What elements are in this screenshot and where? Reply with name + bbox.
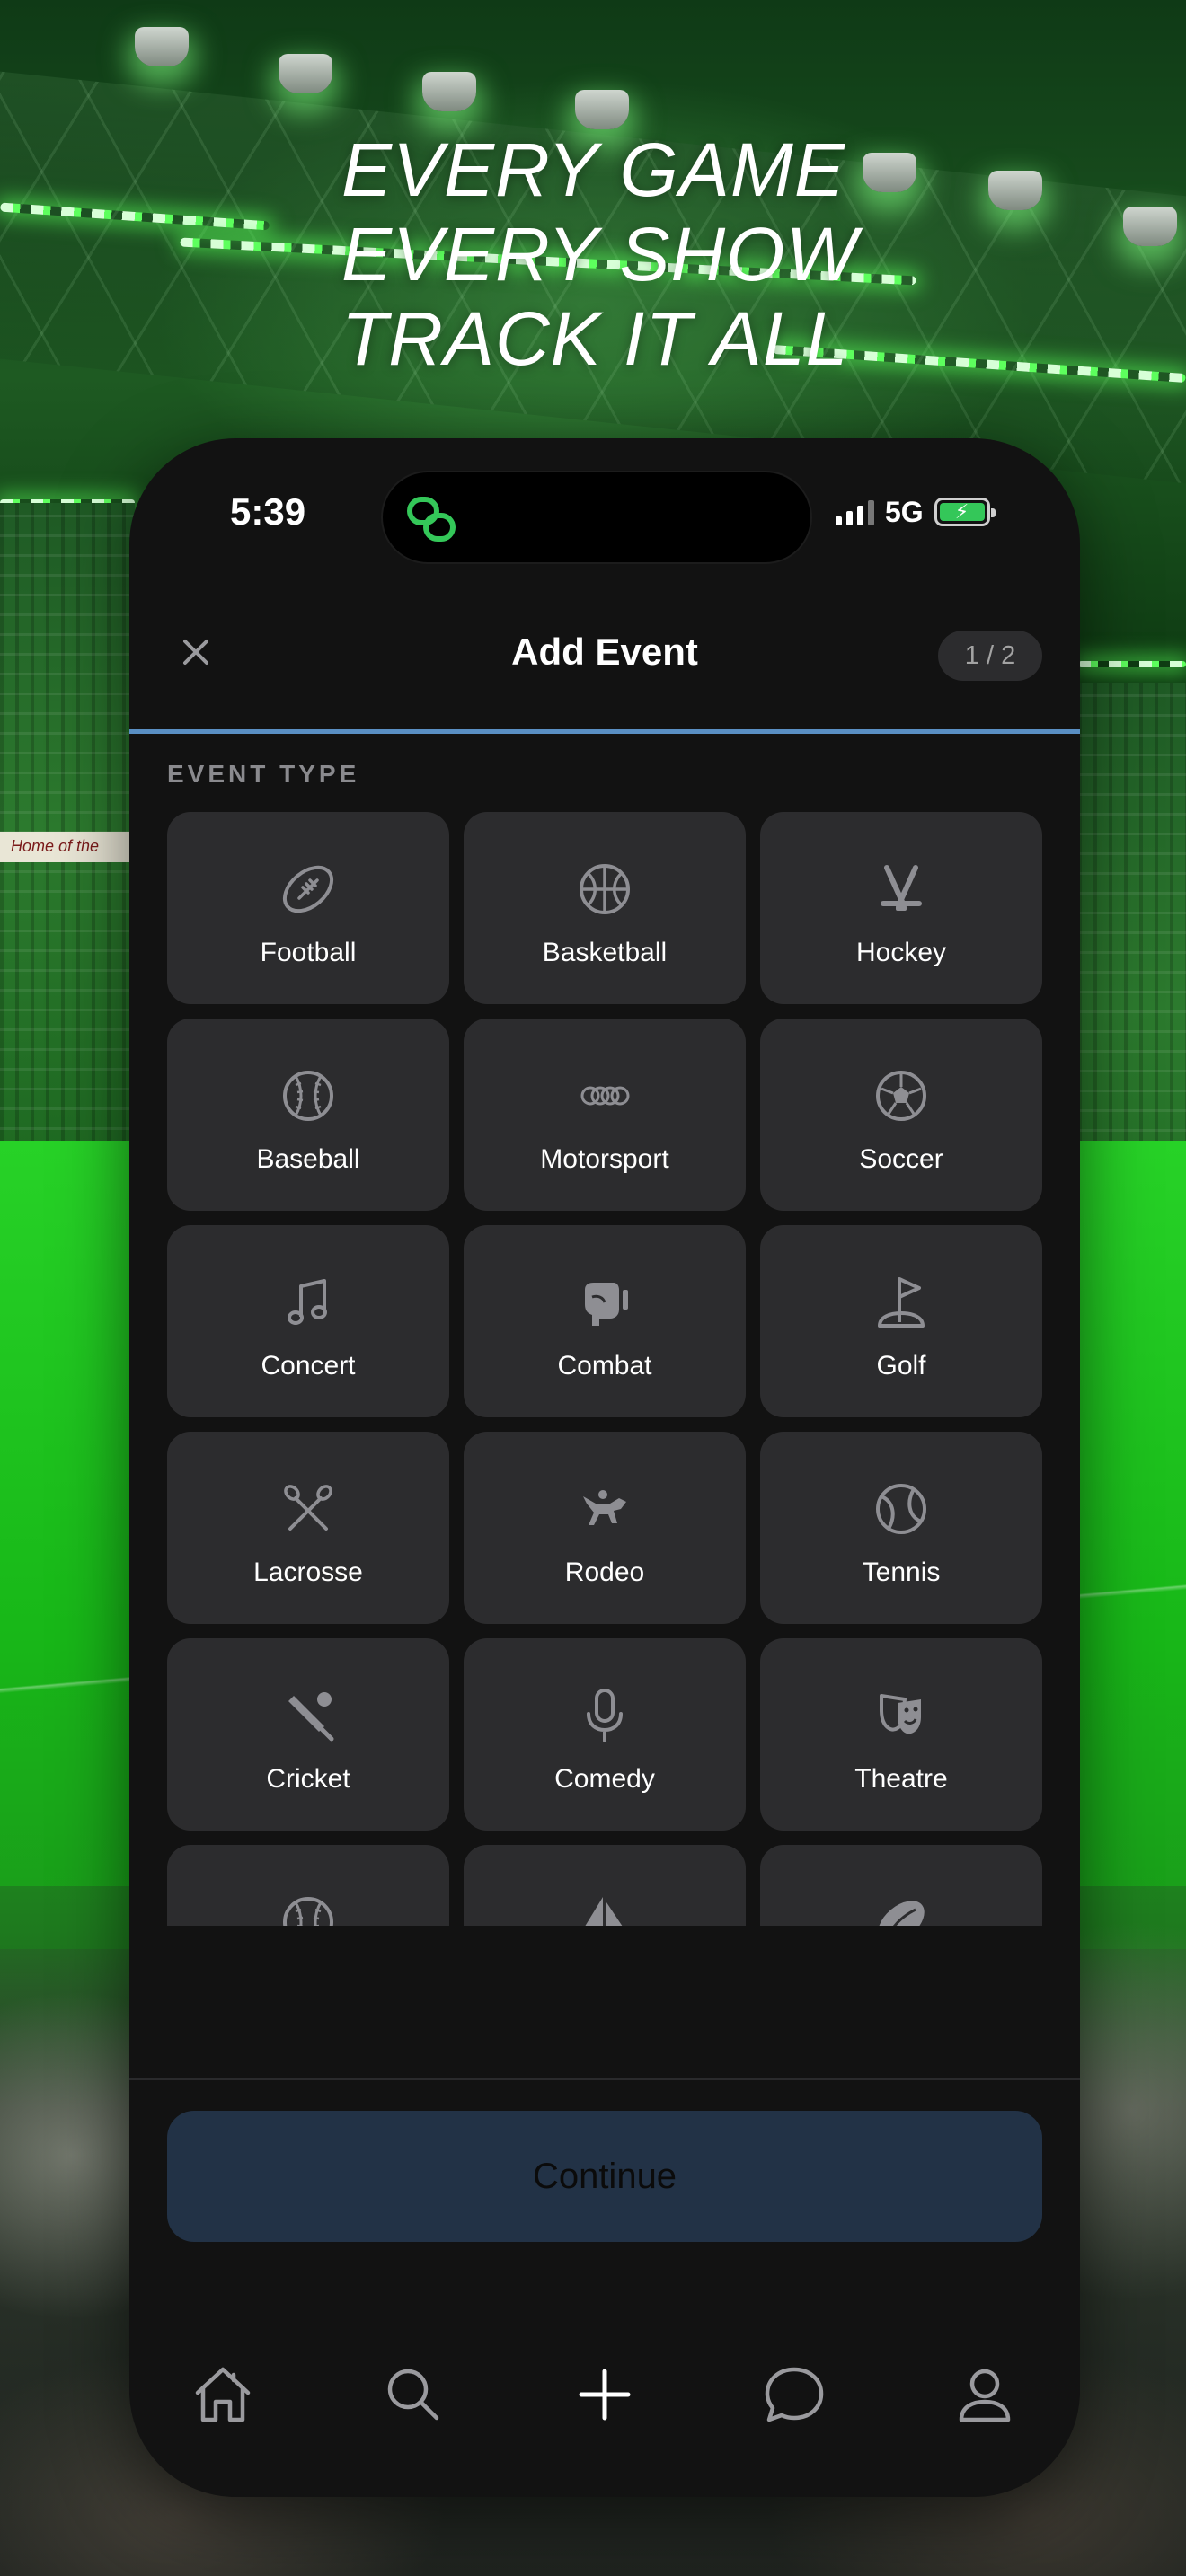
tennis-ball-icon xyxy=(869,1477,934,1541)
event-type-motorsport[interactable]: Motorsport xyxy=(464,1019,746,1211)
cricket-icon xyxy=(276,1683,341,1748)
event-type-label: Basketball xyxy=(542,938,668,967)
event-type-label: Hockey xyxy=(855,938,947,967)
dynamic-island xyxy=(381,471,812,564)
app-link-logo-icon xyxy=(407,497,456,542)
rodeo-icon xyxy=(572,1477,637,1541)
soccer-icon xyxy=(869,1063,934,1128)
microphone-icon xyxy=(572,1683,637,1748)
signal-icon xyxy=(836,498,874,525)
event-type-label: Cricket xyxy=(266,1764,350,1794)
event-type-label: Soccer xyxy=(859,1144,943,1174)
status-indicators: 5G ⚡ xyxy=(836,492,996,532)
tab-messages[interactable] xyxy=(758,2359,830,2430)
theatre-masks-icon xyxy=(869,1683,934,1748)
tab-search[interactable] xyxy=(377,2359,449,2430)
rugby-ball-icon xyxy=(869,1890,934,1926)
event-type-lacrosse[interactable]: Lacrosse xyxy=(167,1432,449,1624)
headline-line-1: EVERY GAME xyxy=(341,128,845,212)
search-icon xyxy=(387,2369,439,2421)
event-type-tennis[interactable]: Tennis xyxy=(760,1432,1042,1624)
event-type-scroll[interactable]: Football Basketball Hockey Baseball Motorspo… xyxy=(129,812,1080,1926)
boxing-glove-icon xyxy=(572,1270,637,1335)
step-indicator: 1 / 2 xyxy=(938,631,1042,681)
tab-profile[interactable] xyxy=(949,2359,1021,2430)
tab-bar xyxy=(129,2359,1080,2448)
headline-line-3: TRACK IT ALL xyxy=(341,296,849,381)
football-icon xyxy=(276,857,341,922)
sailboat-icon xyxy=(572,1890,637,1926)
event-type-label: Rodeo xyxy=(564,1557,645,1587)
event-type-label: Golf xyxy=(876,1351,926,1381)
event-type-cricket[interactable]: Cricket xyxy=(167,1638,449,1831)
footer-divider xyxy=(129,2078,1080,2080)
music-note-icon xyxy=(276,1270,341,1335)
event-type-sailing[interactable]: Sailing xyxy=(464,1845,746,1926)
event-type-baseball[interactable]: Baseball xyxy=(167,1019,449,1211)
event-type-hockey[interactable]: Hockey xyxy=(760,812,1042,1004)
progress-fill xyxy=(129,729,1080,734)
event-type-basketball[interactable]: Basketball xyxy=(464,812,746,1004)
event-type-concert[interactable]: Concert xyxy=(167,1225,449,1417)
softball-icon xyxy=(276,1890,341,1926)
home-icon xyxy=(195,2367,251,2422)
event-type-label: Baseball xyxy=(256,1144,360,1174)
event-type-label: Theatre xyxy=(854,1764,948,1794)
motorsport-icon xyxy=(572,1063,637,1128)
tab-add[interactable] xyxy=(569,2359,641,2430)
event-type-label: Lacrosse xyxy=(253,1557,363,1587)
progress-bar xyxy=(129,729,1080,734)
promo-headline: EVERY GAME EVERY SHOW TRACK IT ALL xyxy=(341,128,1060,381)
event-type-label: Tennis xyxy=(862,1557,941,1587)
event-type-grid: Football Basketball Hockey Baseball Motorspo… xyxy=(167,812,1042,1926)
lacrosse-icon xyxy=(276,1477,341,1541)
event-type-rugby[interactable]: Rugby xyxy=(760,1845,1042,1926)
basketball-icon xyxy=(572,857,637,922)
event-type-label: Combat xyxy=(557,1351,652,1381)
event-type-golf[interactable]: Golf xyxy=(760,1225,1042,1417)
event-type-label: Football xyxy=(260,938,357,967)
event-type-softball[interactable]: Softball xyxy=(167,1845,449,1926)
tab-home[interactable] xyxy=(187,2359,259,2430)
golf-flag-icon xyxy=(869,1270,934,1335)
status-time: 5:39 xyxy=(230,490,306,533)
event-type-theatre[interactable]: Theatre xyxy=(760,1638,1042,1831)
section-label: EVENT TYPE xyxy=(167,760,360,788)
phone-frame: 5:39 5G ⚡ Add Event 1 / 2 EVENT TYPE Foo… xyxy=(129,438,1080,2497)
event-type-soccer[interactable]: Soccer xyxy=(760,1019,1042,1211)
event-type-label: Comedy xyxy=(554,1764,655,1794)
battery-charging-icon: ⚡ xyxy=(934,498,996,526)
chat-bubble-icon xyxy=(765,2367,824,2422)
event-type-football[interactable]: Football xyxy=(167,812,449,1004)
network-type: 5G xyxy=(885,495,924,528)
event-type-combat[interactable]: Combat xyxy=(464,1225,746,1417)
event-type-comedy[interactable]: Comedy xyxy=(464,1638,746,1831)
baseball-icon xyxy=(276,1063,341,1128)
headline-line-2: EVERY SHOW xyxy=(341,212,858,296)
continue-button[interactable]: Continue xyxy=(167,2111,1042,2242)
plus-icon xyxy=(579,2369,631,2421)
event-type-label: Motorsport xyxy=(540,1144,669,1174)
profile-icon xyxy=(959,2369,1011,2422)
event-type-label: Concert xyxy=(261,1351,356,1381)
hockey-icon xyxy=(869,857,934,922)
event-type-rodeo[interactable]: Rodeo xyxy=(464,1432,746,1624)
